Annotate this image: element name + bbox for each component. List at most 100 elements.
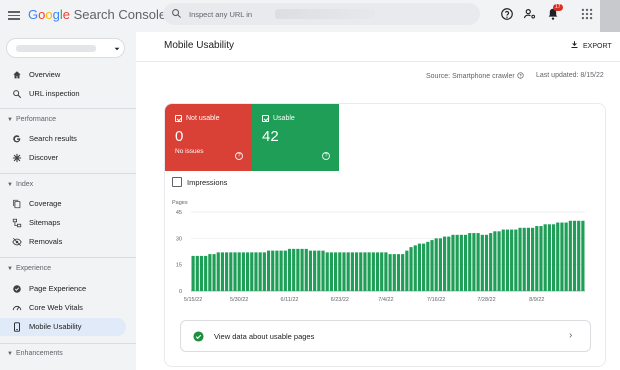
chart-bar — [493, 231, 497, 291]
impressions-label: Impressions — [187, 178, 228, 187]
chart-bar — [262, 252, 266, 291]
chart-bar — [447, 236, 451, 291]
usable-pages-chart: Pages 0 15 30 45 5/15/22 5/30/22 6/11/22 6/23/22… — [172, 200, 585, 303]
chart-bar — [334, 252, 338, 291]
section-header-performance[interactable]: ▼ Performance — [7, 116, 56, 123]
chevron-right-icon: › — [569, 330, 573, 341]
chart-bar — [258, 252, 262, 291]
sidebar-item-mobile-usability[interactable]: Mobile Usability — [0, 318, 126, 336]
chart-bar — [292, 248, 296, 291]
chart-bar — [442, 236, 447, 291]
chart-bar — [338, 252, 342, 291]
chart-bar — [384, 252, 388, 291]
tile-usable[interactable]: Usable 42 ? — [252, 104, 339, 171]
apps-grid-icon[interactable] — [580, 7, 594, 21]
chart-bar — [313, 250, 317, 291]
chart-bar — [539, 226, 543, 291]
chart-bar — [434, 238, 438, 291]
chart-bar — [287, 248, 292, 291]
divider — [136, 61, 620, 62]
sidebar-item-search-results[interactable]: Search results — [0, 130, 126, 148]
home-icon — [13, 71, 21, 79]
section-header-enhancements[interactable]: ▼ Enhancements — [7, 350, 63, 357]
chart-bar — [300, 248, 304, 291]
help-icon[interactable]: ? — [322, 152, 330, 160]
x-tick-label: 6/23/22 — [331, 297, 349, 303]
chart-bar — [212, 254, 216, 291]
chart-bar — [422, 243, 426, 291]
impressions-checkbox[interactable] — [172, 177, 182, 187]
chart-bar — [254, 252, 258, 291]
hamburger-menu-icon[interactable] — [8, 9, 20, 21]
chart-bar — [195, 255, 199, 291]
sidebar-item-sitemaps[interactable]: Sitemaps — [0, 214, 126, 232]
chart-bar — [510, 229, 514, 291]
section-header-experience[interactable]: ▼ Experience — [7, 265, 51, 272]
sidebar-item-url-inspection[interactable]: URL inspection — [0, 85, 126, 103]
chart-bar — [472, 233, 476, 291]
chart-bar — [405, 250, 409, 291]
chart-bar — [229, 252, 233, 291]
sidebar-item-discover[interactable]: Discover — [0, 149, 126, 167]
sidebar-item-removals[interactable]: Removals — [0, 233, 126, 251]
chart-bar — [283, 250, 287, 291]
chart-bar — [346, 252, 350, 291]
chart-bar — [438, 238, 442, 291]
chart-bar — [325, 252, 329, 291]
notifications-button[interactable]: 17 — [546, 4, 563, 21]
google-search-console-logo[interactable]: Google Search Console — [28, 7, 166, 22]
search-input[interactable] — [189, 7, 279, 21]
section-header-index[interactable]: ▼ Index — [7, 181, 33, 188]
chart-bar — [547, 224, 551, 291]
account-avatar[interactable] — [600, 0, 620, 32]
chart-bar — [321, 250, 325, 291]
chart-bar — [551, 224, 556, 291]
export-button[interactable]: EXPORT — [570, 40, 612, 50]
help-icon[interactable]: ? — [235, 152, 243, 160]
chart-bar — [518, 227, 522, 291]
chart-bar — [354, 252, 359, 291]
redacted-property-url — [275, 9, 375, 19]
sidebar-item-overview[interactable]: Overview — [0, 66, 126, 84]
chart-bar — [543, 224, 547, 291]
chart-bar — [489, 233, 493, 291]
property-selector[interactable] — [6, 38, 125, 58]
chart-bar — [455, 234, 459, 291]
divider — [0, 108, 136, 109]
chart-bar — [413, 245, 417, 291]
sidebar-item-page-experience[interactable]: Page Experience — [0, 280, 126, 298]
help-icon[interactable] — [517, 72, 524, 79]
chart-bar — [459, 234, 463, 291]
url-inspection-search[interactable] — [163, 3, 480, 25]
chart-bar — [501, 229, 505, 291]
chart-bar — [476, 233, 480, 291]
chart-bar — [380, 252, 384, 291]
chart-bar — [220, 252, 225, 291]
chart-bar — [564, 222, 568, 291]
notification-count-badge: 17 — [553, 4, 563, 11]
page-title: Mobile Usability — [164, 40, 235, 51]
product-name: Search Console — [73, 7, 167, 22]
chart-bar — [208, 254, 212, 291]
chart-bar — [375, 252, 380, 291]
chart-bar — [266, 250, 271, 291]
chart-bar — [329, 252, 334, 291]
chart-bar — [468, 233, 472, 291]
chart-bar — [241, 252, 245, 291]
help-icon[interactable] — [500, 7, 514, 21]
manage-users-icon[interactable] — [523, 7, 537, 21]
sidebar-item-core-web-vitals[interactable]: Core Web Vitals — [0, 299, 126, 317]
chart-bar — [275, 250, 279, 291]
sidebar-item-coverage[interactable]: Coverage — [0, 195, 126, 213]
tile-not-usable[interactable]: Not usable 0 No issues ? — [165, 104, 252, 171]
chart-bar — [556, 222, 560, 291]
x-tick-label: 7/16/22 — [427, 297, 445, 303]
top-bar: Google Search Console 17 — [0, 0, 620, 32]
chart-bar — [514, 229, 518, 291]
chart-bar — [392, 254, 396, 291]
view-usable-pages-link[interactable]: View data about usable pages › — [180, 320, 591, 352]
y-tick-label: 15 — [176, 263, 182, 269]
chart-bar — [199, 255, 204, 291]
file-copy-icon — [13, 199, 21, 209]
sitemap-icon — [12, 218, 22, 228]
